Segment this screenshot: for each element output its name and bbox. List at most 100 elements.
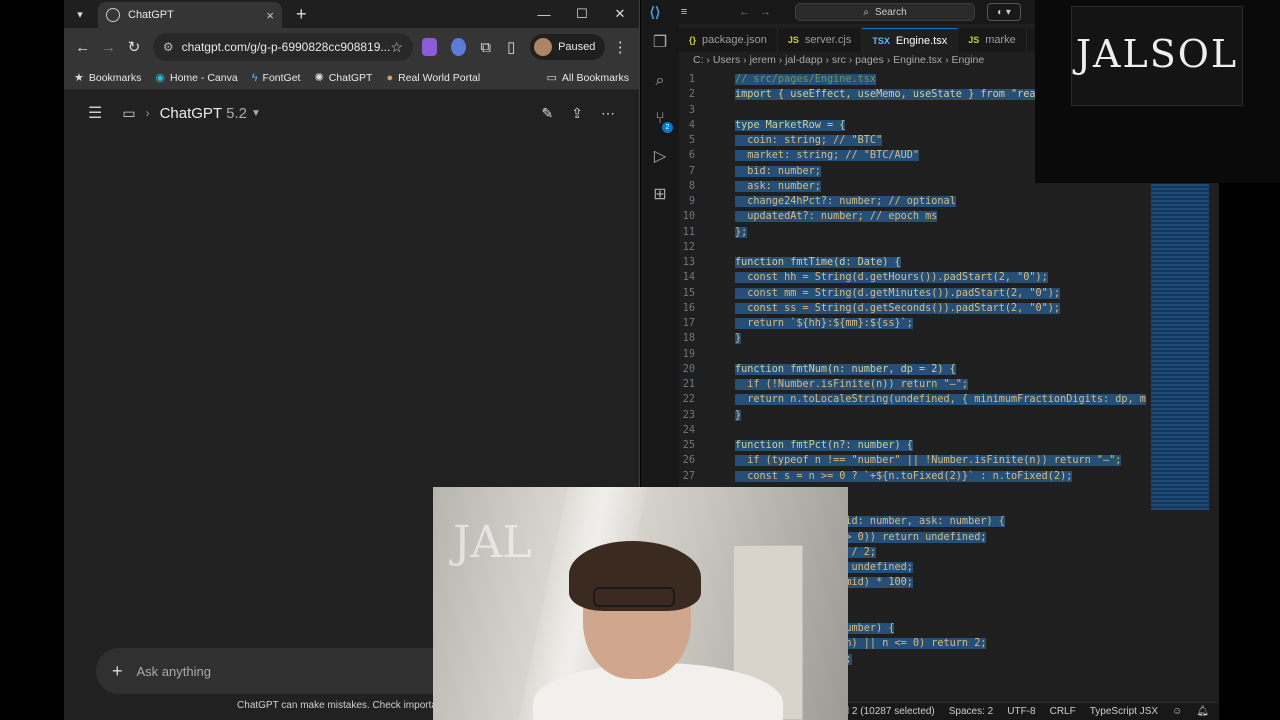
indentation[interactable]: Spaces: 2 bbox=[949, 706, 993, 717]
menu-icon[interactable]: ≡ bbox=[669, 6, 699, 18]
code-text: const hh = String(d.getHours()).padStart… bbox=[735, 272, 1048, 284]
code-text: market: string; // "BTC/AUD" bbox=[735, 150, 920, 162]
editor-tab[interactable]: JS marke bbox=[958, 28, 1027, 52]
run-debug-icon[interactable]: ▷ bbox=[641, 138, 679, 176]
editor-tab[interactable]: JS server.cjs bbox=[778, 28, 863, 52]
code-line[interactable]: 24 bbox=[679, 423, 1149, 438]
new-chat-icon[interactable]: ✎ bbox=[542, 105, 554, 122]
line-number: 18 bbox=[682, 333, 695, 345]
code-line[interactable]: 17 return `${hh}:${mm}:${ss}`; bbox=[679, 316, 1149, 331]
code-line[interactable]: 10 updatedAt?: number; // epoch ms bbox=[679, 209, 1149, 224]
bookmark-item[interactable]: ϟ FontGet bbox=[252, 72, 301, 84]
site-info-icon[interactable]: ⚙ bbox=[163, 40, 174, 54]
browser-menu-icon[interactable]: ⋮ bbox=[609, 34, 631, 60]
notifications-icon[interactable]: 🔔︎ bbox=[1196, 706, 1209, 717]
canva-icon: ◉ bbox=[155, 72, 165, 84]
forward-icon[interactable]: → bbox=[98, 34, 120, 60]
extension-icon-2[interactable] bbox=[450, 38, 466, 56]
code-text: if (!Number.isFinite(n)) return "—"; bbox=[735, 379, 969, 390]
extensions-icon[interactable]: ⊞ bbox=[641, 176, 679, 214]
model-version[interactable]: 5.2 bbox=[226, 105, 247, 122]
code-line[interactable]: 9 change24hPct?: number; // optional bbox=[679, 194, 1149, 209]
profile-button[interactable]: Paused bbox=[530, 34, 606, 60]
copilot-icon[interactable]: ◐ ▾ bbox=[987, 3, 1021, 21]
address-bar[interactable]: ⚙ chatgpt.com/g/g-p-6990828cc908819... ☆ bbox=[152, 33, 413, 61]
code-line[interactable]: 25 function fmtPct(n?: number) { bbox=[679, 438, 1149, 453]
bookmark-item[interactable]: ✺ ChatGPT bbox=[314, 71, 373, 85]
sidepanel-icon[interactable]: ▯ bbox=[500, 34, 522, 60]
code-line[interactable]: 15 const mm = String(d.getMinutes()).pad… bbox=[679, 286, 1149, 301]
code-line[interactable]: 23} bbox=[679, 408, 1149, 423]
tsx-icon: TSX bbox=[872, 35, 890, 46]
search-icon[interactable]: ⌕ bbox=[641, 62, 679, 100]
line-number: 17 bbox=[682, 318, 695, 329]
chat-actions: ✎ ⇪ ⋯ bbox=[542, 105, 615, 122]
code-line[interactable]: 22 return n.toLocaleString(undefined, { … bbox=[679, 392, 1149, 407]
sidebar-toggle-icon[interactable]: ☰ bbox=[88, 103, 102, 123]
code-text: return `${hh}:${mm}:${ss}`; bbox=[735, 318, 913, 329]
add-attachment-icon[interactable]: + bbox=[112, 661, 123, 682]
code-line[interactable]: 16 const ss = String(d.getSeconds()).pad… bbox=[679, 301, 1149, 316]
share-icon[interactable]: ⇪ bbox=[571, 105, 583, 122]
line-number: 7 bbox=[688, 165, 695, 177]
copilot-status-icon[interactable]: ☺ bbox=[1172, 706, 1182, 717]
chat-header: ☰ ▭ › ChatGPT 5.2 ▼ ✎ ⇪ ⋯ bbox=[64, 90, 639, 136]
line-ending[interactable]: CRLF bbox=[1050, 706, 1076, 717]
command-center-search[interactable]: ⌕ Search bbox=[795, 3, 975, 21]
code-line[interactable]: 12 bbox=[679, 240, 1149, 255]
code-text: const s = n >= 0 ? `+${n.toFixed(2)}` : … bbox=[735, 470, 1073, 482]
js-icon: JS bbox=[787, 35, 799, 45]
line-number: 8 bbox=[688, 180, 695, 192]
code-line[interactable]: 19 bbox=[679, 347, 1149, 362]
reload-icon[interactable]: ↻ bbox=[123, 34, 145, 60]
code-text: }; bbox=[735, 226, 748, 238]
extension-icon-1[interactable] bbox=[421, 38, 437, 56]
bookmark-item[interactable]: ◉ Home - Canva bbox=[155, 71, 237, 85]
webcam-overlay: JAL bbox=[433, 487, 848, 720]
code-line[interactable]: 11}; bbox=[679, 225, 1149, 240]
code-line[interactable]: 20 function fmtNum(n: number, dp = 2) { bbox=[679, 362, 1149, 377]
maximize-icon[interactable]: ☐ bbox=[563, 0, 601, 28]
minimize-icon[interactable]: — bbox=[525, 0, 563, 28]
line-number: 1 bbox=[688, 74, 695, 85]
back-icon[interactable]: ← bbox=[72, 34, 94, 60]
close-tab-icon[interactable]: × bbox=[266, 8, 274, 23]
bookmark-star-icon[interactable]: ☆ bbox=[390, 39, 403, 56]
code-text: } bbox=[735, 409, 742, 421]
minimap[interactable] bbox=[1151, 184, 1209, 510]
line-number: 11 bbox=[682, 226, 695, 238]
editor-tab[interactable]: {} package.json bbox=[679, 28, 778, 52]
explorer-icon[interactable]: ❐ bbox=[641, 24, 679, 62]
language-mode[interactable]: TypeScript JSX bbox=[1090, 706, 1158, 717]
project-folder-icon[interactable]: ▭ bbox=[122, 105, 135, 122]
source-control-badge: 2 bbox=[662, 122, 673, 133]
new-tab-icon[interactable]: + bbox=[296, 4, 307, 25]
json-icon: {} bbox=[689, 35, 697, 45]
breadcrumb[interactable]: C: › Users › jerem › jal-dapp › src › pa… bbox=[693, 54, 984, 70]
chevron-down-icon[interactable]: ▼ bbox=[251, 108, 261, 119]
browser-tab-chatgpt[interactable]: ChatGPT × bbox=[98, 2, 282, 28]
code-line[interactable]: 13 function fmtTime(d: Date) { bbox=[679, 255, 1149, 270]
editor-tab-active[interactable]: TSX Engine.tsx bbox=[862, 28, 959, 52]
bookmark-item[interactable]: ● Real World Portal bbox=[386, 72, 480, 84]
source-control-icon[interactable]: ⑂ 2 bbox=[641, 100, 679, 138]
avatar bbox=[534, 38, 553, 56]
tab-search-icon[interactable]: ▾ bbox=[70, 4, 90, 24]
more-options-icon[interactable]: ⋯ bbox=[601, 105, 615, 122]
bookmark-label: ChatGPT bbox=[328, 71, 373, 84]
all-bookmarks[interactable]: ▭ All Bookmarks bbox=[546, 71, 629, 85]
code-line[interactable]: 27 const s = n >= 0 ? `+${n.toFixed(2)}`… bbox=[679, 469, 1149, 484]
extensions-puzzle-icon[interactable]: ⧉ bbox=[475, 34, 497, 60]
code-text: import { useEffect, useMemo, useState } … bbox=[735, 89, 1036, 101]
code-line[interactable]: 26 if (typeof n !== "number" || !Number.… bbox=[679, 453, 1149, 468]
code-line[interactable]: 18} bbox=[679, 331, 1149, 346]
model-name[interactable]: ChatGPT bbox=[160, 105, 223, 122]
close-window-icon[interactable]: ✕ bbox=[601, 0, 639, 28]
encoding[interactable]: UTF-8 bbox=[1007, 706, 1035, 717]
code-line[interactable]: 14 const hh = String(d.getHours()).padSt… bbox=[679, 270, 1149, 285]
bookmark-item[interactable]: ★ Bookmarks bbox=[74, 71, 141, 85]
nav-arrows-icon[interactable]: ←→ bbox=[739, 6, 781, 18]
line-number: 6 bbox=[688, 150, 695, 162]
code-line[interactable]: 21 if (!Number.isFinite(n)) return "—"; bbox=[679, 377, 1149, 392]
